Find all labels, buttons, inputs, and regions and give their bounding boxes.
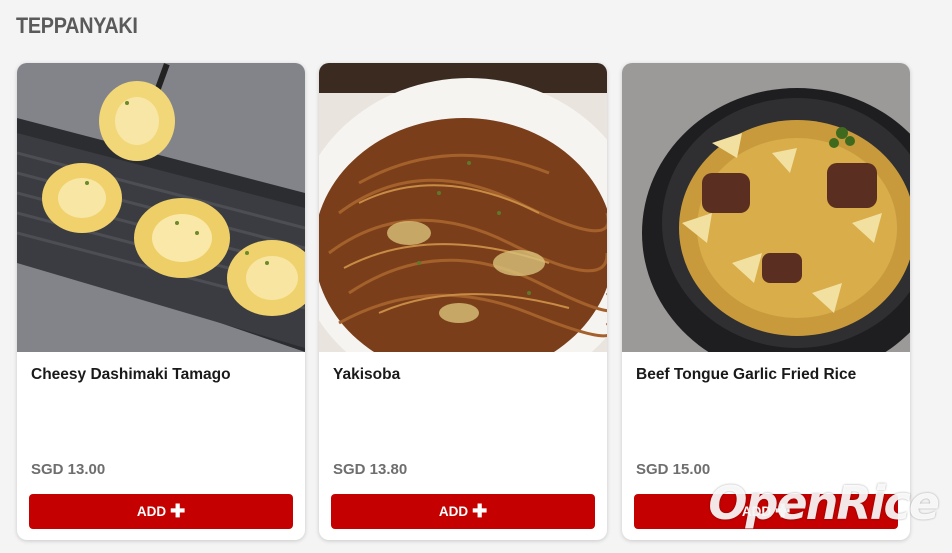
plus-icon: ✚ [472,500,488,521]
item-price: SGD 15.00 [636,461,711,478]
section-title: TEPPANYAKI [16,13,138,38]
menu-item-card[interactable]: Beef Tongue Garlic Fried Rice SGD 15.00 … [622,63,910,540]
item-price: SGD 13.80 [333,461,408,478]
plus-icon: ✚ [170,500,186,521]
item-name: Beef Tongue Garlic Fried Rice [636,366,857,383]
menu-item-card[interactable]: Cheesy Dashimaki Tamago SGD 13.00 ADD ✚ [17,63,305,540]
dish-photo[interactable] [17,63,305,352]
item-name: Yakisoba [333,366,401,383]
add-button[interactable]: ADD ✚ [29,494,293,529]
add-button[interactable]: ADD ✚ [331,494,595,529]
item-price: SGD 13.00 [31,461,106,478]
menu-item-card[interactable]: Yakisoba SGD 13.80 ADD ✚ [319,63,607,540]
add-button-label: ADD [136,504,167,519]
add-button-label: ADD [438,504,469,519]
item-name: Cheesy Dashimaki Tamago [31,366,231,383]
openrice-watermark: OpenRice [708,476,940,530]
dish-photo[interactable] [622,63,910,352]
dish-photo[interactable] [319,63,607,352]
